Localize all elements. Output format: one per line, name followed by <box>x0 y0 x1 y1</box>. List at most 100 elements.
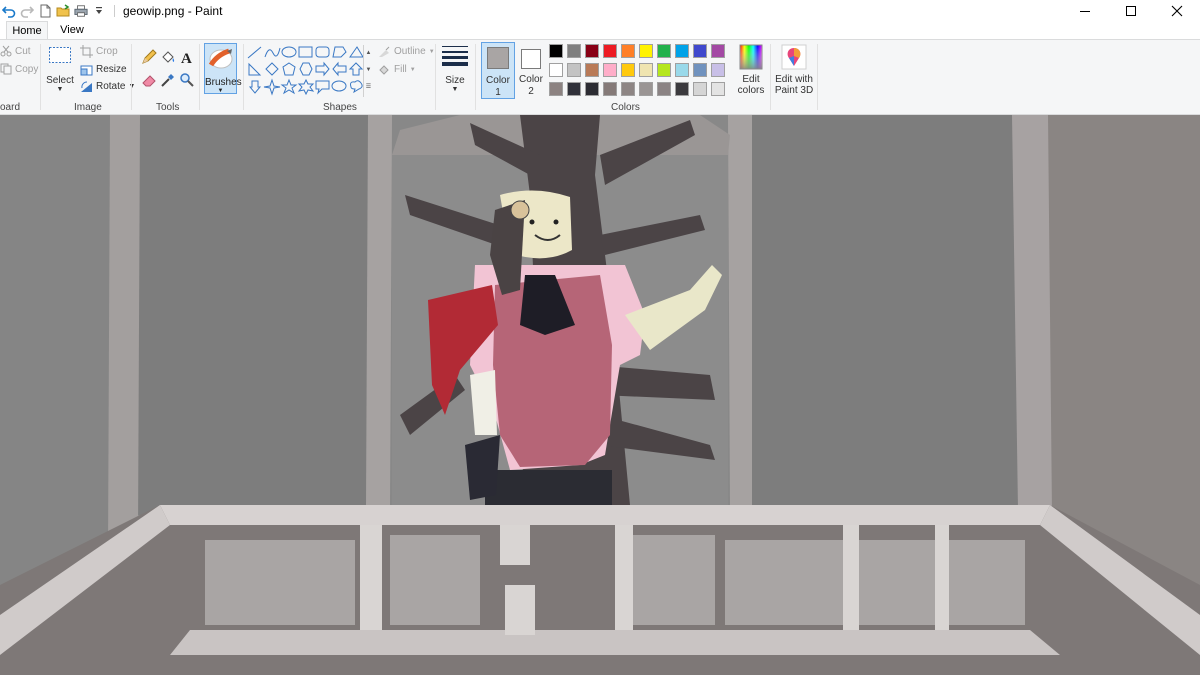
palette-swatch[interactable] <box>621 44 635 58</box>
pentagon-shape-icon <box>282 62 296 76</box>
palette-swatch[interactable] <box>657 63 671 77</box>
scissors-icon <box>0 45 12 57</box>
group-separator <box>817 44 818 110</box>
five-point-star-shape-icon <box>280 78 298 95</box>
image-group-label: Image <box>74 102 102 113</box>
fill-label: Fill <box>394 64 407 75</box>
balcony-lower-rail <box>170 630 1060 655</box>
edit-with-paint-3d-button[interactable]: Edit with Paint 3D <box>772 44 816 96</box>
brushes-button[interactable]: Brushes ▼ <box>204 43 242 94</box>
colors-group-label: Colors <box>611 102 640 113</box>
palette-swatch[interactable] <box>657 82 671 96</box>
color-palette <box>549 44 735 100</box>
select-button[interactable]: Select ▼ <box>45 46 75 94</box>
tab-view[interactable]: View <box>52 21 92 39</box>
character-eye <box>553 219 559 225</box>
brushes-dropdown-icon: ▼ <box>217 88 224 94</box>
palette-swatch[interactable] <box>675 82 689 96</box>
left-panel <box>135 115 370 515</box>
outline-button[interactable]: Outline ▼ <box>378 45 435 58</box>
window-controls <box>1062 0 1200 21</box>
fill-bucket-icon[interactable] <box>160 49 176 65</box>
color-2-swatch <box>521 49 541 69</box>
palette-swatch[interactable] <box>603 82 617 96</box>
resize-icon <box>80 65 93 76</box>
cloud-callout-shape-icon <box>350 80 363 94</box>
redo-icon[interactable] <box>20 4 34 18</box>
text-icon[interactable]: A <box>179 49 195 65</box>
tab-home[interactable]: Home <box>6 21 48 39</box>
size-dropdown-icon: ▼ <box>451 86 459 93</box>
size-button[interactable]: Size ▼ <box>440 44 470 94</box>
print-icon[interactable] <box>74 4 88 18</box>
color-1-button[interactable]: Color 1 <box>481 42 515 99</box>
palette-swatch[interactable] <box>585 63 599 77</box>
palette-swatch[interactable] <box>567 82 581 96</box>
color-1-swatch <box>487 47 509 69</box>
palette-swatch[interactable] <box>567 44 581 58</box>
customize-quick-access-icon[interactable] <box>92 4 106 18</box>
palette-swatch[interactable] <box>693 63 707 77</box>
palette-swatch[interactable] <box>711 82 725 96</box>
minimize-icon[interactable] <box>1062 0 1108 21</box>
magnifier-icon[interactable] <box>179 72 195 88</box>
palette-swatch[interactable] <box>693 44 707 58</box>
shapes-scroll[interactable]: ▲ ▼ ☰ <box>363 45 373 97</box>
palette-swatch[interactable] <box>603 44 617 58</box>
select-label: Select <box>46 75 74 86</box>
line-shape-icon <box>247 46 262 59</box>
color-2-label: Color <box>519 74 543 85</box>
ribbon-tabs: Home View <box>0 21 1200 39</box>
palette-swatch[interactable] <box>549 82 563 96</box>
palette-swatch[interactable] <box>621 82 635 96</box>
edit-colors-button[interactable]: Edit colors <box>736 44 766 96</box>
select-dropdown-icon: ▼ <box>56 86 64 93</box>
eraser-icon[interactable] <box>141 72 157 88</box>
edit-colors-icon <box>739 44 763 70</box>
palette-swatch[interactable] <box>657 44 671 58</box>
palette-swatch[interactable] <box>639 82 653 96</box>
palette-swatch[interactable] <box>693 82 707 96</box>
palette-swatch[interactable] <box>711 44 725 58</box>
palette-swatch[interactable] <box>603 63 617 77</box>
maximize-icon[interactable] <box>1108 0 1154 21</box>
rotate-button[interactable]: Rotate ▼ <box>80 80 135 93</box>
copy-button[interactable]: Copy <box>0 63 38 75</box>
fill-button[interactable]: Fill ▼ <box>378 63 416 76</box>
cut-button[interactable]: Cut <box>0 45 31 57</box>
pencil-icon[interactable] <box>141 49 157 65</box>
palette-swatch[interactable] <box>675 63 689 77</box>
palette-swatch[interactable] <box>585 44 599 58</box>
palette-swatch[interactable] <box>567 63 581 77</box>
palette-swatch[interactable] <box>585 82 599 96</box>
palette-swatch[interactable] <box>711 63 725 77</box>
clipboard-group-label: oard <box>0 102 21 113</box>
color-picker-icon[interactable] <box>160 72 176 88</box>
open-folder-icon[interactable] <box>56 3 70 18</box>
shapes-gallery-grid <box>247 46 364 96</box>
character-eye <box>529 219 535 225</box>
crop-button[interactable]: Crop <box>80 45 118 58</box>
outline-label: Outline <box>394 46 426 57</box>
palette-swatch[interactable] <box>639 63 653 77</box>
new-document-icon[interactable] <box>38 4 52 18</box>
palette-swatch[interactable] <box>639 44 653 58</box>
size-label: Size <box>445 75 465 86</box>
diamond-shape-icon <box>265 62 279 76</box>
polygon-shape-icon <box>332 46 347 58</box>
close-icon[interactable] <box>1154 0 1200 21</box>
quick-access-toolbar <box>2 3 121 18</box>
painting <box>0 115 1200 675</box>
palette-swatch[interactable] <box>621 63 635 77</box>
palette-swatch[interactable] <box>549 44 563 58</box>
palette-swatch[interactable] <box>675 44 689 58</box>
palette-swatch[interactable] <box>549 63 563 77</box>
color-1-label: Color <box>486 75 510 86</box>
undo-icon[interactable] <box>2 4 16 18</box>
ribbon: Cut Copy oard Select ▼ Crop Resize Rotat… <box>0 39 1200 115</box>
resize-button[interactable]: Resize <box>80 63 127 76</box>
window-title: geowip.png - Paint <box>123 3 223 18</box>
center-left-pillar <box>366 115 392 507</box>
color-2-button[interactable]: Color 2 <box>516 42 546 99</box>
drawing-canvas[interactable] <box>0 115 1200 675</box>
